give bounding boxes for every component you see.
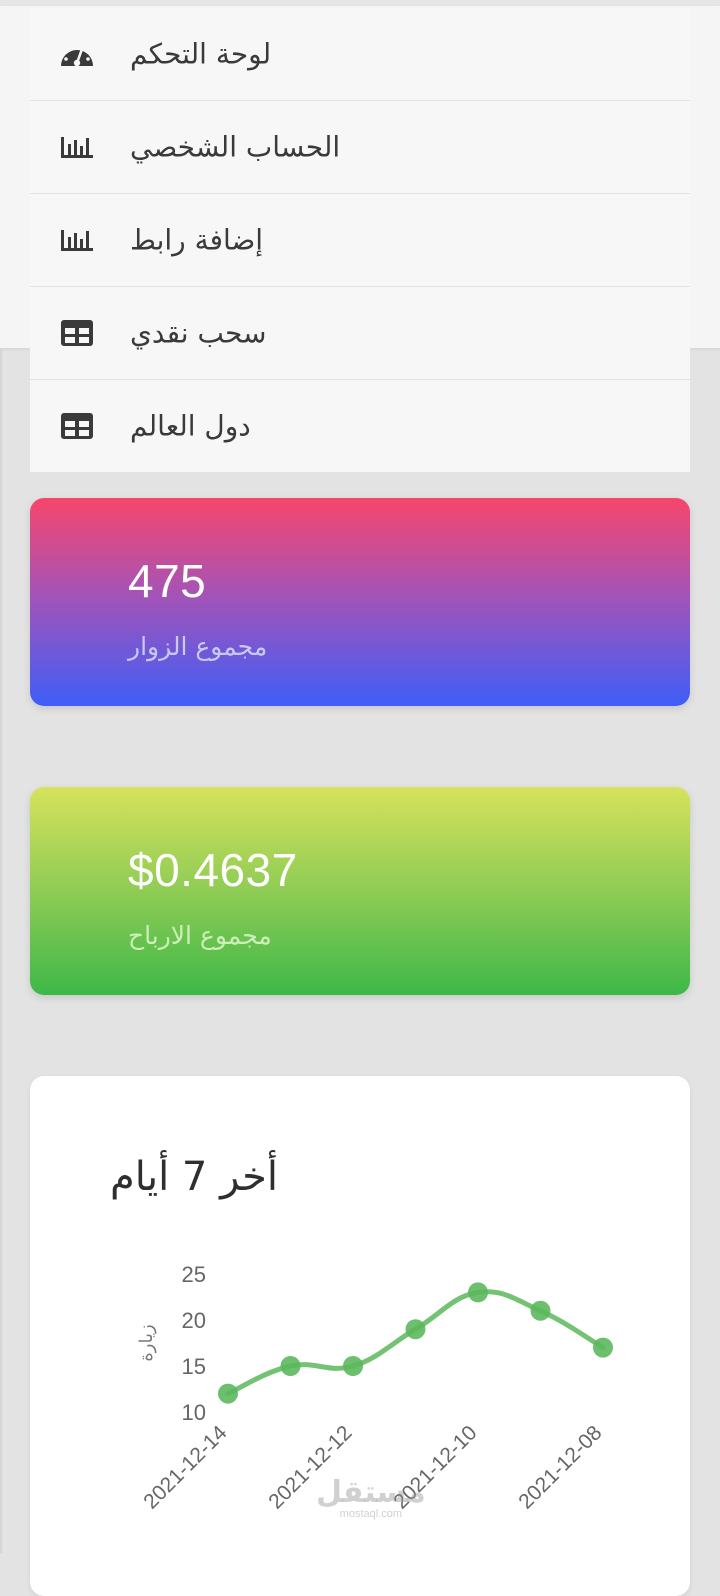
bar-chart-icon (58, 224, 96, 256)
menu-item-withdraw[interactable]: سحب نقدي (30, 287, 690, 380)
data-point (405, 1319, 426, 1340)
x-tick-label: 2021-12-10 (389, 1421, 481, 1513)
data-point (468, 1282, 488, 1303)
data-point (280, 1356, 301, 1376)
x-tick-label: 2021-12-12 (264, 1421, 356, 1513)
bar-chart-icon (58, 131, 96, 163)
x-tick-label: 2021-12-14 (139, 1421, 231, 1513)
side-menu: لوحة التحكم الحساب الشخصي إضافة رابط سحب… (30, 8, 690, 472)
menu-label: سحب نقدي (130, 316, 267, 350)
menu-label: الحساب الشخصي (130, 130, 341, 164)
earnings-amount: $0.4637 (128, 844, 298, 896)
menu-label: إضافة رابط (130, 223, 264, 257)
data-point (218, 1383, 238, 1404)
menu-label: دول العالم (130, 409, 251, 443)
data-point (343, 1356, 363, 1376)
dashboard-gauge-icon (58, 38, 96, 70)
table-grid-icon (58, 410, 96, 442)
earnings-label: مجموع الارباح (128, 921, 272, 950)
y-tick-label: 15 (182, 1354, 206, 1379)
menu-item-add-link[interactable]: إضافة رابط (30, 194, 690, 287)
left-edge (0, 348, 2, 1553)
menu-item-profile[interactable]: الحساب الشخصي (30, 101, 690, 194)
y-axis-title: زيارة (136, 1324, 157, 1361)
menu-item-dashboard[interactable]: لوحة التحكم (30, 8, 690, 101)
menu-label: لوحة التحكم (130, 37, 272, 71)
chart-card: أخر 7 أيام 25 20 15 10 زيارة 2021-12-14 2021-1… (30, 1076, 690, 1596)
x-tick-label: 2021-12-08 (514, 1421, 606, 1513)
earnings-card: $0.4637 مجموع الارباح (30, 787, 690, 995)
menu-item-countries[interactable]: دول العالم (30, 380, 690, 472)
y-tick-label: 25 (182, 1262, 206, 1287)
y-tick-label: 20 (182, 1308, 206, 1333)
visits-line-chart: 25 20 15 10 زيارة 2021-12-14 2021-12-12 2021-12… (136, 1262, 613, 1513)
visitors-card: 475 مجموع الزوار (30, 498, 690, 706)
data-point (530, 1300, 551, 1321)
y-tick-label: 10 (182, 1400, 206, 1425)
data-point (593, 1337, 613, 1358)
table-grid-icon (58, 317, 96, 349)
visitors-count: 475 (128, 555, 207, 607)
visitors-label: مجموع الزوار (128, 632, 268, 661)
